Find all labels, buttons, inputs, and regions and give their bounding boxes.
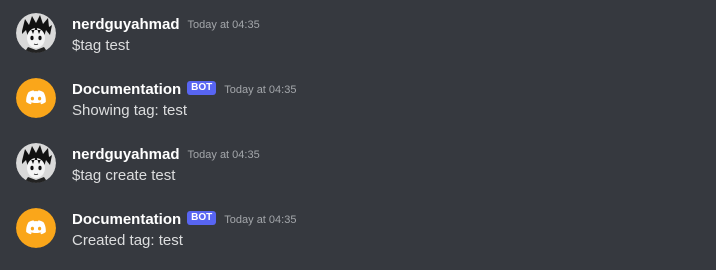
anime-character-avatar-icon	[16, 13, 56, 53]
username[interactable]: Documentation	[72, 81, 181, 98]
message-header: nerdguyahmad Today at 04:35	[72, 143, 260, 165]
message-header: Documentation BOT Today at 04:35	[72, 78, 296, 100]
chat-log: nerdguyahmad Today at 04:35 $tag test Do…	[0, 0, 716, 270]
username[interactable]: Documentation	[72, 211, 181, 228]
timestamp[interactable]: Today at 04:35	[224, 214, 296, 226]
username[interactable]: nerdguyahmad	[72, 16, 180, 33]
timestamp[interactable]: Today at 04:35	[188, 149, 260, 161]
timestamp[interactable]: Today at 04:35	[188, 19, 260, 31]
bot-tag-badge: BOT	[187, 211, 217, 225]
bot-tag-badge: BOT	[187, 81, 217, 95]
message: nerdguyahmad Today at 04:35 $tag create …	[0, 143, 716, 207]
discord-logo-icon	[16, 208, 56, 248]
message-header: Documentation BOT Today at 04:35	[72, 208, 296, 230]
message: Documentation BOT Today at 04:35 Showing…	[0, 78, 716, 142]
user-avatar[interactable]	[16, 13, 56, 53]
message: nerdguyahmad Today at 04:35 $tag test	[0, 13, 716, 77]
username[interactable]: nerdguyahmad	[72, 146, 180, 163]
timestamp[interactable]: Today at 04:35	[224, 84, 296, 96]
message-content: Showing tag: test	[72, 102, 188, 119]
message-content: $tag test	[72, 37, 130, 54]
message-header: nerdguyahmad Today at 04:35	[72, 13, 260, 35]
message: Documentation BOT Today at 04:35 Created…	[0, 208, 716, 270]
bot-avatar[interactable]	[16, 78, 56, 118]
discord-logo-icon	[16, 78, 56, 118]
message-content: $tag create test	[72, 167, 176, 184]
anime-character-avatar-icon	[16, 143, 56, 183]
bot-avatar[interactable]	[16, 208, 56, 248]
message-content: Created tag: test	[72, 232, 183, 249]
user-avatar[interactable]	[16, 143, 56, 183]
